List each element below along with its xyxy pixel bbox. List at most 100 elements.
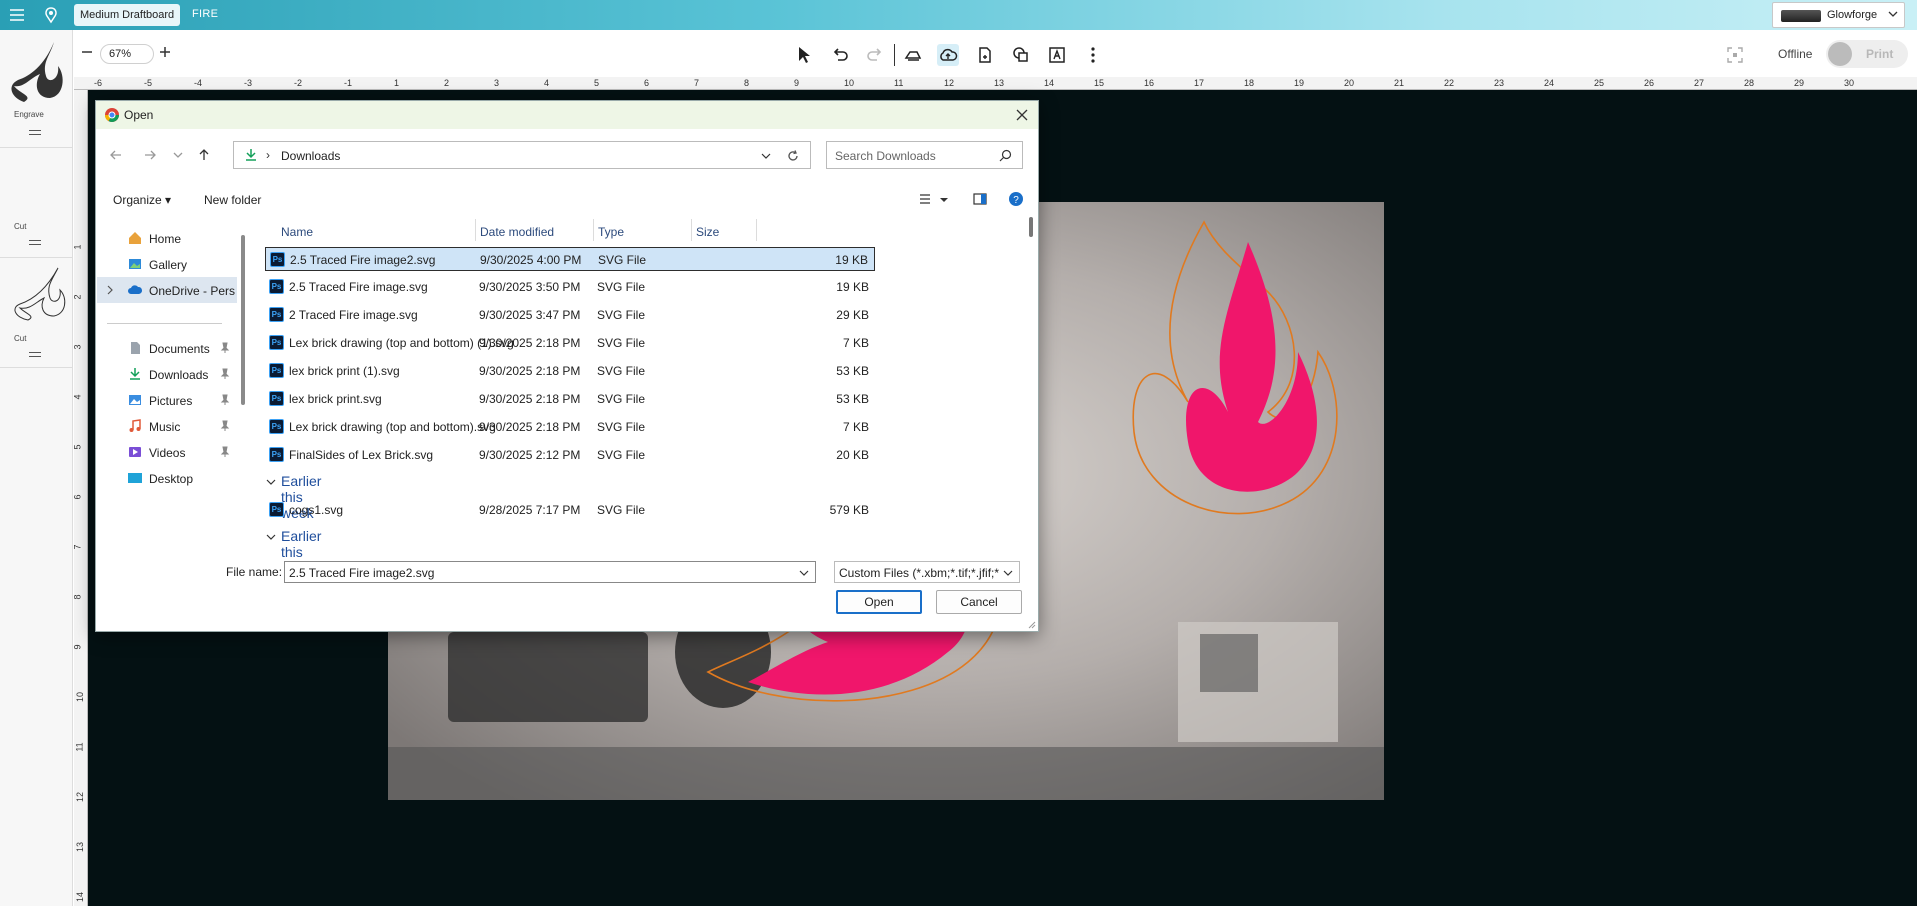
pin-icon[interactable] (220, 368, 230, 380)
file-list-scrollbar[interactable] (1029, 217, 1033, 237)
file-name-input[interactable]: 2.5 Traced Fire image2.svg (284, 561, 816, 583)
zoom-out-icon[interactable] (80, 45, 94, 59)
nav-pictures[interactable]: Pictures (97, 387, 237, 413)
text-tool-icon[interactable] (1046, 44, 1068, 66)
file-row[interactable]: Ps 2.5 Traced Fire image2.svg 9/30/2025 … (265, 247, 875, 271)
column-header-name[interactable]: Name (281, 225, 313, 239)
column-divider[interactable] (475, 219, 476, 241)
new-folder-button[interactable]: New folder (204, 193, 261, 207)
nav-music[interactable]: Music (97, 413, 237, 439)
pin-icon[interactable] (220, 342, 230, 354)
column-divider[interactable] (593, 219, 594, 241)
help-icon[interactable]: ? (1008, 191, 1024, 207)
nav-documents[interactable]: Documents (97, 335, 237, 361)
pin-icon[interactable] (220, 394, 230, 406)
column-divider[interactable] (691, 219, 692, 241)
recent-locations-icon[interactable] (170, 147, 186, 163)
printer-selector[interactable]: Glowforge (1772, 2, 1905, 28)
address-bar[interactable]: › Downloads (233, 141, 811, 169)
nav-label: Desktop (149, 472, 194, 486)
undo-icon[interactable] (829, 44, 851, 66)
laser-head-icon[interactable] (902, 44, 924, 66)
drag-handle-icon[interactable] (29, 352, 41, 357)
ruler-tick-label: 8 (744, 78, 750, 88)
document-name[interactable]: FIRE (192, 8, 218, 20)
open-button[interactable]: Open (836, 590, 922, 614)
file-row[interactable]: Ps lex brick print.svg 9/30/2025 2:18 PM… (265, 387, 875, 411)
chevron-down-icon[interactable] (799, 568, 809, 578)
nav-scrollbar[interactable] (241, 235, 245, 405)
file-type: SVG File (597, 308, 646, 322)
chevron-down-icon[interactable] (936, 191, 952, 207)
close-icon[interactable] (1014, 107, 1030, 123)
menu-icon[interactable] (8, 6, 26, 24)
nav-onedrive[interactable]: OneDrive - Pers (97, 277, 237, 303)
file-row[interactable]: Ps cogs1.svg 9/28/2025 7:17 PM SVG File … (265, 498, 875, 522)
preview-pane-icon[interactable] (972, 191, 988, 207)
up-arrow-icon[interactable] (196, 147, 212, 163)
more-vertical-icon[interactable] (1082, 44, 1104, 66)
nav-videos[interactable]: Videos (97, 439, 237, 465)
ruler-tick-label: 28 (1744, 78, 1755, 88)
chevron-right-icon[interactable] (105, 282, 115, 298)
pin-icon[interactable] (220, 446, 230, 458)
nav-desktop[interactable]: Desktop (97, 465, 237, 491)
column-header-size[interactable]: Size (696, 225, 719, 239)
focus-camera-icon[interactable] (1724, 44, 1746, 66)
drag-handle-icon[interactable] (29, 240, 41, 245)
nav-label: Documents (149, 342, 210, 356)
resize-grip-icon[interactable] (1028, 621, 1036, 629)
file-type-filter[interactable]: Custom Files (*.xbm;*.tif;*.jfif;*. (834, 561, 1020, 583)
back-arrow-icon[interactable] (108, 147, 124, 163)
view-options-icon[interactable] (918, 191, 934, 207)
pictures-icon (129, 395, 141, 405)
nav-gallery[interactable]: Gallery (97, 251, 237, 277)
thumbnail-cut-1[interactable]: Cut (0, 148, 72, 258)
ruler-tick-label: 14 (75, 891, 86, 903)
nav-label: Videos (149, 446, 186, 460)
column-divider[interactable] (756, 219, 757, 241)
zoom-in-icon[interactable] (158, 45, 172, 59)
file-row[interactable]: Ps lex brick print (1).svg 9/30/2025 2:1… (265, 359, 875, 383)
nav-home[interactable]: Home (97, 225, 237, 251)
redo-icon[interactable] (864, 44, 886, 66)
thumbnail-engrave[interactable]: Engrave (0, 30, 72, 148)
thumbnail-cut-2[interactable]: Cut (0, 258, 72, 368)
cloud-icon (128, 285, 143, 294)
file-row[interactable]: Ps 2 Traced Fire image.svg 9/30/2025 3:4… (265, 303, 875, 327)
column-header-date[interactable]: Date modified (480, 225, 554, 239)
nav-downloads[interactable]: Downloads (97, 361, 237, 387)
file-row[interactable]: Ps FinalSides of Lex Brick.svg 9/30/2025… (265, 443, 875, 467)
forward-arrow-icon[interactable] (142, 147, 158, 163)
add-design-icon[interactable] (974, 44, 996, 66)
ruler-tick-label: 29 (1794, 78, 1805, 88)
column-header-type[interactable]: Type (598, 225, 624, 239)
organize-menu[interactable]: Organize ▾ (113, 193, 171, 207)
search-placeholder: Search Downloads (835, 149, 936, 163)
shapes-icon[interactable] (1010, 44, 1032, 66)
file-row[interactable]: Ps 2.5 Traced Fire image.svg 9/30/2025 3… (265, 275, 875, 299)
search-input[interactable]: Search Downloads (826, 141, 1023, 169)
chevron-down-icon[interactable] (760, 150, 772, 162)
cloud-upload-icon[interactable] (937, 44, 959, 66)
document-chip[interactable]: Medium Draftboard (74, 4, 181, 26)
pin-icon[interactable] (220, 420, 230, 432)
file-row[interactable]: Ps Lex brick drawing (top and bottom).sv… (265, 415, 875, 439)
ruler-tick-label: 3 (72, 344, 83, 350)
zoom-select[interactable]: 67% (100, 44, 154, 64)
file-type: SVG File (597, 420, 646, 434)
drag-handle-icon[interactable] (29, 130, 41, 135)
select-tool-icon[interactable] (793, 44, 815, 66)
nav-label: Home (149, 232, 182, 246)
print-button[interactable]: Print (1826, 40, 1908, 68)
file-date: 9/30/2025 4:00 PM (480, 253, 582, 267)
glowforge-logo-icon[interactable] (42, 6, 60, 24)
breadcrumb-downloads[interactable]: Downloads (281, 149, 340, 163)
ruler-tick-label: 25 (1594, 78, 1605, 88)
ruler-tick-label: 5 (594, 78, 600, 88)
thumb-op-label: Cut (14, 334, 27, 343)
refresh-icon[interactable] (786, 149, 800, 163)
cancel-button[interactable]: Cancel (936, 590, 1022, 614)
file-row[interactable]: Ps Lex brick drawing (top and bottom) (1… (265, 331, 875, 355)
ruler-horizontal: -6 -5 -4 -3 -2 -1 1 2 3 4 5 6 7 8 9 10 11 12 13 14 15 16 17 18 1… (74, 77, 1917, 90)
